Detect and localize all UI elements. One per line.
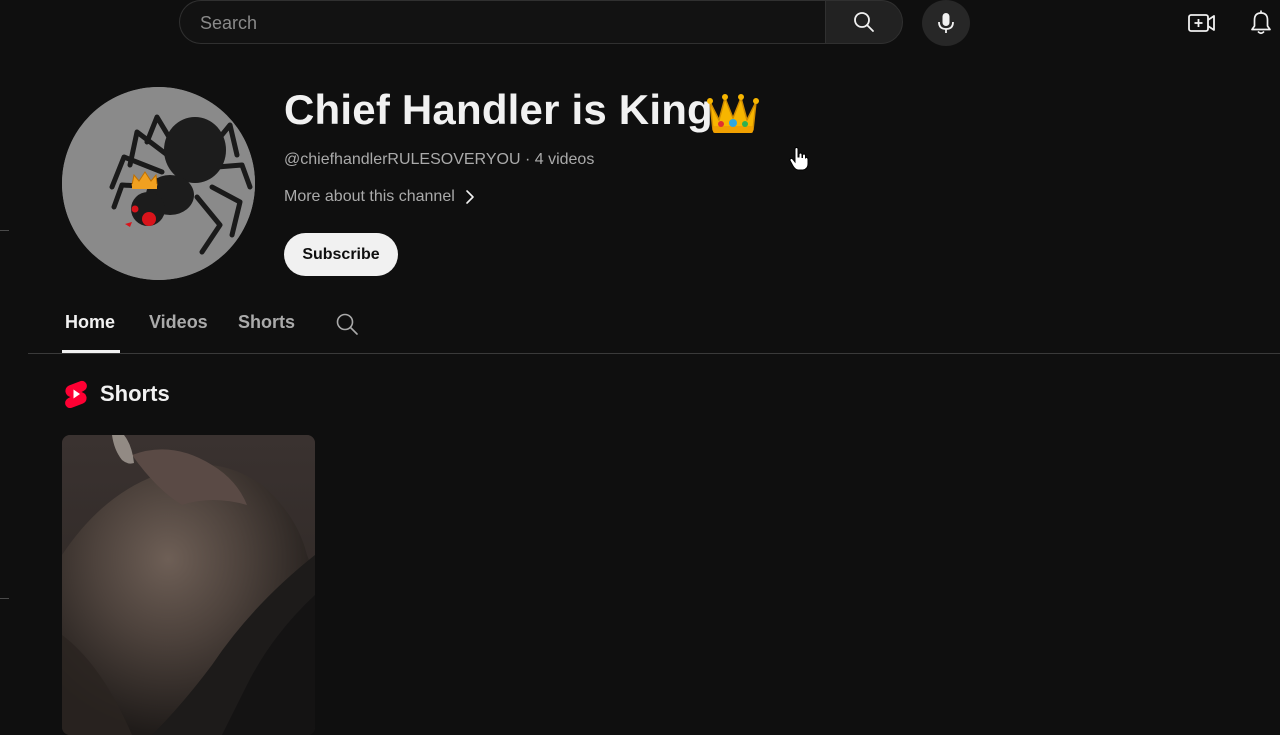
chevron-right-icon [465, 190, 474, 204]
search-box [179, 0, 825, 45]
tab-shorts[interactable]: Shorts [238, 312, 295, 333]
short-thumbnail-image [62, 435, 315, 735]
meta-separator: · [524, 151, 531, 168]
shorts-section-header: Shorts [64, 380, 170, 408]
create-video-icon [1188, 14, 1215, 32]
sidebar-edge-mark [0, 230, 9, 231]
tab-home[interactable]: Home [65, 312, 115, 333]
search-icon [854, 12, 874, 32]
search-button[interactable] [825, 0, 903, 44]
channel-name: Chief Handler is King [284, 86, 713, 133]
microphone-icon [938, 13, 954, 33]
channel-handle: @chiefhandlerRULESOVERYOU [284, 151, 521, 168]
hand-cursor-icon [789, 147, 809, 171]
sidebar-edge-mark [0, 598, 9, 599]
video-count: 4 videos [534, 151, 595, 168]
more-about-channel-link[interactable]: More about this channel [284, 188, 475, 206]
voice-search-button[interactable] [922, 0, 970, 46]
search-input[interactable] [198, 1, 802, 45]
active-tab-indicator [62, 350, 120, 353]
create-button[interactable] [1184, 6, 1220, 40]
channel-tabs: Home Videos Shorts [28, 300, 1280, 354]
more-about-label: More about this channel [284, 188, 455, 205]
subscribe-button[interactable]: Subscribe [284, 233, 398, 276]
bell-icon [1251, 10, 1271, 35]
channel-avatar[interactable] [62, 87, 255, 280]
channel-search-icon[interactable] [334, 311, 360, 337]
short-thumbnail[interactable] [62, 435, 315, 735]
tab-videos[interactable]: Videos [149, 312, 208, 333]
shorts-section-title: Shorts [100, 381, 170, 406]
notifications-button[interactable] [1243, 6, 1279, 40]
channel-meta: @chiefhandlerRULESOVERYOU · 4 videos [284, 151, 594, 169]
crown-emoji-icon [707, 94, 759, 133]
top-bar [0, 0, 1280, 48]
spider-king-avatar-image [62, 87, 255, 280]
shorts-logo-icon [65, 380, 87, 408]
